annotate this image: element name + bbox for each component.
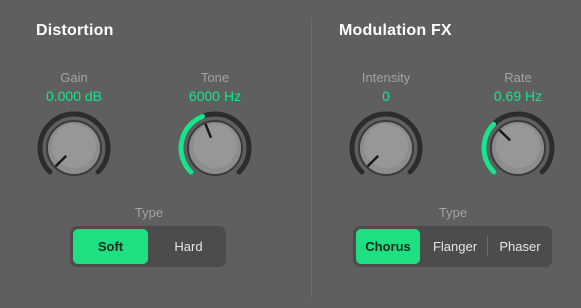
knob-highlight [193, 124, 237, 168]
distortion-type-hard-button[interactable]: Hard [151, 226, 226, 267]
tone-label: Tone [200, 70, 230, 85]
modulation-title: Modulation FX [339, 22, 452, 39]
modulation-type-selector: Chorus Flanger Phaser [353, 226, 552, 267]
knob-highlight [364, 124, 408, 168]
rate-knob-group: Rate 0.69 Hz [480, 70, 556, 176]
gain-label: Gain [60, 70, 88, 85]
intensity-knob-group: Intensity 0 [348, 70, 424, 176]
effects-panel: Distortion Gain 0.000 dB Tone 6000 Hz Ty… [0, 0, 581, 308]
tone-value: 6000 Hz [188, 88, 242, 104]
distortion-type-soft-button[interactable]: Soft [73, 229, 148, 264]
distortion-type-label: Type [134, 205, 164, 220]
distortion-title: Distortion [36, 22, 114, 39]
modulation-type-label: Type [438, 205, 468, 220]
gain-value: 0.000 dB [45, 88, 103, 104]
rate-knob[interactable] [480, 110, 556, 186]
distortion-type-selector: Soft Hard [70, 226, 226, 267]
knob-highlight [496, 124, 540, 168]
intensity-label: Intensity [361, 70, 411, 85]
gain-knob[interactable] [36, 110, 112, 186]
rate-value: 0.69 Hz [493, 88, 543, 104]
gain-knob-group: Gain 0.000 dB [36, 70, 112, 176]
modulation-type-phaser-button[interactable]: Phaser [488, 226, 552, 267]
modulation-type-flanger-button[interactable]: Flanger [423, 226, 487, 267]
tone-knob[interactable] [177, 110, 253, 186]
rate-label: Rate [504, 70, 532, 85]
intensity-knob[interactable] [348, 110, 424, 186]
intensity-value: 0 [382, 88, 390, 104]
knob-highlight [52, 124, 96, 168]
modulation-type-chorus-button[interactable]: Chorus [356, 229, 420, 264]
tone-knob-group: Tone 6000 Hz [177, 70, 253, 176]
section-divider [311, 18, 312, 298]
